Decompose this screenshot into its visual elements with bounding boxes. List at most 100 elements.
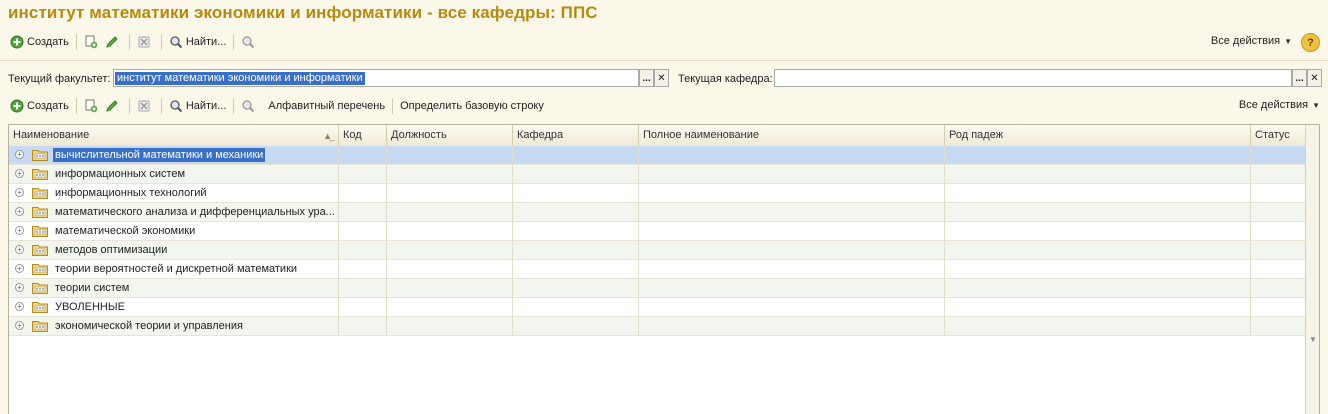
all-actions-menu[interactable]: Все действия ▼ bbox=[1211, 35, 1292, 47]
table-row[interactable]: + информационных технологий bbox=[9, 184, 1305, 203]
department-select-button[interactable]: ... bbox=[1292, 69, 1307, 87]
table-cell[interactable] bbox=[945, 317, 1251, 335]
table-cell[interactable] bbox=[639, 241, 945, 259]
table-row[interactable]: + вычислительной математики и механики bbox=[9, 146, 1305, 165]
table-cell[interactable] bbox=[387, 222, 513, 240]
table-cell[interactable] bbox=[1251, 184, 1305, 202]
table-cell[interactable] bbox=[339, 241, 387, 259]
create-button[interactable]: Создать bbox=[8, 32, 71, 52]
table-cell[interactable] bbox=[513, 222, 639, 240]
expand-icon[interactable]: + bbox=[15, 302, 24, 311]
table-cell[interactable] bbox=[1251, 146, 1305, 164]
table-cell[interactable] bbox=[639, 298, 945, 316]
table-cell[interactable] bbox=[387, 317, 513, 335]
table-cell[interactable] bbox=[945, 260, 1251, 278]
table-cell[interactable] bbox=[945, 203, 1251, 221]
faculty-select-button[interactable]: ... bbox=[639, 69, 654, 87]
table-cell[interactable] bbox=[1251, 260, 1305, 278]
table-row[interactable]: + УВОЛЕННЫЕ bbox=[9, 298, 1305, 317]
table-cell[interactable] bbox=[1251, 298, 1305, 316]
table-cell[interactable] bbox=[513, 184, 639, 202]
column-header-case[interactable]: Род падеж bbox=[945, 125, 1251, 146]
table-cell[interactable] bbox=[945, 184, 1251, 202]
department-clear-button[interactable]: ✕ bbox=[1307, 69, 1322, 87]
set-baseline-button[interactable]: Определить базовую строку bbox=[398, 96, 546, 116]
column-header-department[interactable]: Кафедра bbox=[513, 125, 639, 146]
list-all-actions-menu[interactable]: Все действия ▼ bbox=[1239, 99, 1320, 111]
table-cell[interactable] bbox=[945, 298, 1251, 316]
table-cell[interactable] bbox=[513, 203, 639, 221]
table-cell[interactable] bbox=[639, 222, 945, 240]
table-cell[interactable] bbox=[339, 279, 387, 297]
cancel-search-button[interactable] bbox=[239, 96, 260, 116]
table-cell[interactable] bbox=[339, 184, 387, 202]
table-cell[interactable] bbox=[945, 165, 1251, 183]
alphabet-list-button[interactable]: Алфавитный перечень bbox=[266, 96, 387, 116]
copy-button[interactable] bbox=[82, 96, 103, 116]
table-cell[interactable] bbox=[1251, 241, 1305, 259]
table-cell[interactable] bbox=[513, 298, 639, 316]
expand-icon[interactable]: + bbox=[15, 150, 24, 159]
table-cell[interactable] bbox=[339, 203, 387, 221]
find-button[interactable]: Найти... bbox=[167, 96, 229, 116]
table-cell[interactable] bbox=[639, 317, 945, 335]
column-header-status[interactable]: Статус bbox=[1251, 125, 1305, 146]
table-cell[interactable] bbox=[339, 222, 387, 240]
table-cell[interactable] bbox=[639, 260, 945, 278]
name-cell[interactable]: + теории систем bbox=[9, 279, 339, 297]
name-cell[interactable]: + УВОЛЕННЫЕ bbox=[9, 298, 339, 316]
table-row[interactable]: + теории систем bbox=[9, 279, 1305, 298]
table-cell[interactable] bbox=[339, 165, 387, 183]
department-field[interactable] bbox=[774, 69, 1292, 87]
table-cell[interactable] bbox=[1251, 317, 1305, 335]
table-cell[interactable] bbox=[639, 165, 945, 183]
table-cell[interactable] bbox=[387, 260, 513, 278]
table-cell[interactable] bbox=[1251, 165, 1305, 183]
expand-icon[interactable]: + bbox=[15, 245, 24, 254]
table-cell[interactable] bbox=[387, 203, 513, 221]
edit-button[interactable] bbox=[103, 32, 124, 52]
name-cell[interactable]: + математической экономики bbox=[9, 222, 339, 240]
name-cell[interactable]: + вычислительной математики и механики bbox=[9, 146, 339, 164]
name-cell[interactable]: + информационных систем bbox=[9, 165, 339, 183]
name-cell[interactable]: + информационных технологий bbox=[9, 184, 339, 202]
table-row[interactable]: + информационных систем bbox=[9, 165, 1305, 184]
create-button[interactable]: Создать bbox=[8, 96, 71, 116]
table-cell[interactable] bbox=[339, 260, 387, 278]
table-cell[interactable] bbox=[387, 279, 513, 297]
delete-button[interactable] bbox=[135, 32, 156, 52]
column-header-name[interactable]: Наименование ▲̲ bbox=[9, 125, 339, 146]
table-cell[interactable] bbox=[1251, 222, 1305, 240]
expand-icon[interactable]: + bbox=[15, 226, 24, 235]
table-cell[interactable] bbox=[339, 298, 387, 316]
expand-icon[interactable]: + bbox=[15, 283, 24, 292]
faculty-clear-button[interactable]: ✕ bbox=[654, 69, 669, 87]
table-cell[interactable] bbox=[513, 279, 639, 297]
table-cell[interactable] bbox=[945, 222, 1251, 240]
help-button[interactable]: ? bbox=[1301, 33, 1320, 52]
table-cell[interactable] bbox=[513, 260, 639, 278]
column-header-code[interactable]: Код bbox=[339, 125, 387, 146]
table-cell[interactable] bbox=[513, 146, 639, 164]
expand-icon[interactable]: + bbox=[15, 264, 24, 273]
staff-table[interactable]: Наименование ▲̲ Код Должность Кафедра По… bbox=[8, 124, 1320, 414]
table-cell[interactable] bbox=[1251, 279, 1305, 297]
table-row[interactable]: + методов оптимизации bbox=[9, 241, 1305, 260]
vertical-scrollbar[interactable]: ▼ bbox=[1305, 125, 1319, 414]
table-cell[interactable] bbox=[513, 241, 639, 259]
expand-icon[interactable]: + bbox=[15, 169, 24, 178]
table-cell[interactable] bbox=[513, 165, 639, 183]
table-cell[interactable] bbox=[945, 279, 1251, 297]
table-cell[interactable] bbox=[639, 279, 945, 297]
faculty-field[interactable]: институт математики экономики и информат… bbox=[113, 69, 639, 87]
table-cell[interactable] bbox=[639, 184, 945, 202]
table-cell[interactable] bbox=[639, 146, 945, 164]
table-cell[interactable] bbox=[945, 241, 1251, 259]
expand-icon[interactable]: + bbox=[15, 188, 24, 197]
table-cell[interactable] bbox=[387, 241, 513, 259]
table-cell[interactable] bbox=[339, 317, 387, 335]
column-header-position[interactable]: Должность bbox=[387, 125, 513, 146]
scroll-down-icon[interactable]: ▼ bbox=[1306, 333, 1319, 347]
table-cell[interactable] bbox=[945, 146, 1251, 164]
table-row[interactable]: + математической экономики bbox=[9, 222, 1305, 241]
